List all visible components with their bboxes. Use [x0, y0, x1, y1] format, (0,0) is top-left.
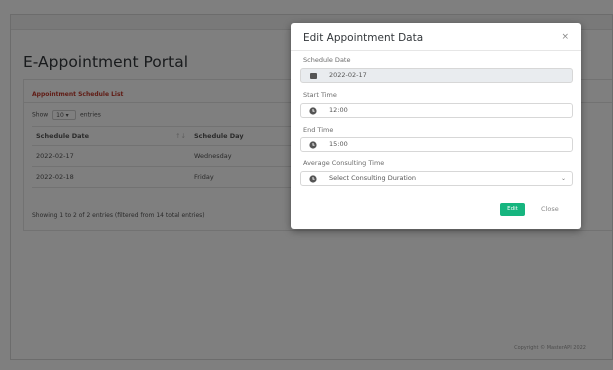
schedule-date-value: 2022-02-17 — [329, 71, 367, 79]
consulting-duration-value: Select Consulting Duration — [329, 174, 416, 182]
edit-button[interactable]: Edit — [500, 203, 525, 216]
start-time-value: 12:00 — [329, 106, 348, 114]
start-time-field[interactable]: 12:00 — [300, 103, 573, 118]
close-button[interactable]: Close — [541, 203, 559, 216]
calendar-icon — [308, 69, 318, 82]
schedule-date-field[interactable]: 2022-02-17 — [300, 68, 573, 83]
consulting-time-label: Average Consulting Time — [303, 159, 385, 167]
end-time-value: 15:00 — [329, 140, 348, 148]
edit-appointment-modal: Edit Appointment Data × Schedule Date 20… — [291, 23, 581, 229]
clock-icon — [308, 138, 318, 151]
chevron-down-icon: ⌄ — [560, 175, 566, 182]
modal-divider — [291, 50, 581, 51]
modal-title: Edit Appointment Data — [303, 32, 424, 44]
consulting-duration-select[interactable]: Select Consulting Duration ⌄ — [300, 171, 573, 186]
end-time-label: End Time — [303, 126, 334, 134]
clock-icon — [308, 172, 318, 185]
close-icon[interactable]: × — [561, 32, 569, 42]
clock-icon — [308, 104, 318, 117]
schedule-date-label: Schedule Date — [303, 56, 351, 64]
start-time-label: Start Time — [303, 91, 337, 99]
end-time-field[interactable]: 15:00 — [300, 137, 573, 152]
